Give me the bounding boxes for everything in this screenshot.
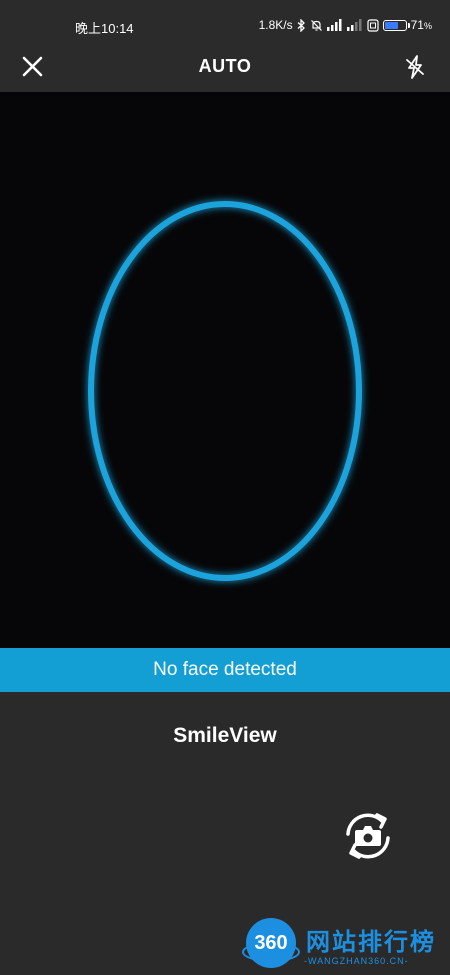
bluetooth-icon <box>297 18 305 32</box>
status-bar: 晚上10:14 1.8K/s 71% <box>0 0 450 44</box>
camera-mode-title[interactable]: AUTO <box>0 56 450 77</box>
face-status-text: No face detected <box>153 659 297 680</box>
flash-button[interactable] <box>400 52 430 82</box>
watermark: 360 网站排行榜 -WANGZHAN360.CN- <box>242 912 450 975</box>
top-bar: AUTO <box>0 44 450 92</box>
camera-preview[interactable] <box>0 92 450 648</box>
signal-icon <box>326 19 342 31</box>
status-indicators: 1.8K/s 71% <box>259 17 432 33</box>
network-speed: 1.8K/s <box>258 18 293 32</box>
signal-icon <box>346 19 362 31</box>
status-time: 晚上10:14 <box>75 21 134 36</box>
mute-icon <box>310 19 322 31</box>
app-name: SmileView <box>173 724 277 747</box>
watermark-title: 网站排行榜 <box>306 929 436 956</box>
watermark-ring <box>242 942 300 962</box>
face-guide-oval <box>88 201 362 581</box>
watermark-subtitle: -WANGZHAN360.CN- <box>304 956 409 966</box>
battery-percent: 71% <box>410 18 432 32</box>
sim-card-icon <box>367 18 379 32</box>
switch-camera-icon <box>346 813 390 859</box>
flash-off-icon <box>406 55 424 79</box>
switch-camera-button[interactable] <box>336 804 400 868</box>
face-status-banner: No face detected <box>0 648 450 692</box>
battery-fill <box>384 21 398 29</box>
battery-icon <box>382 19 410 31</box>
